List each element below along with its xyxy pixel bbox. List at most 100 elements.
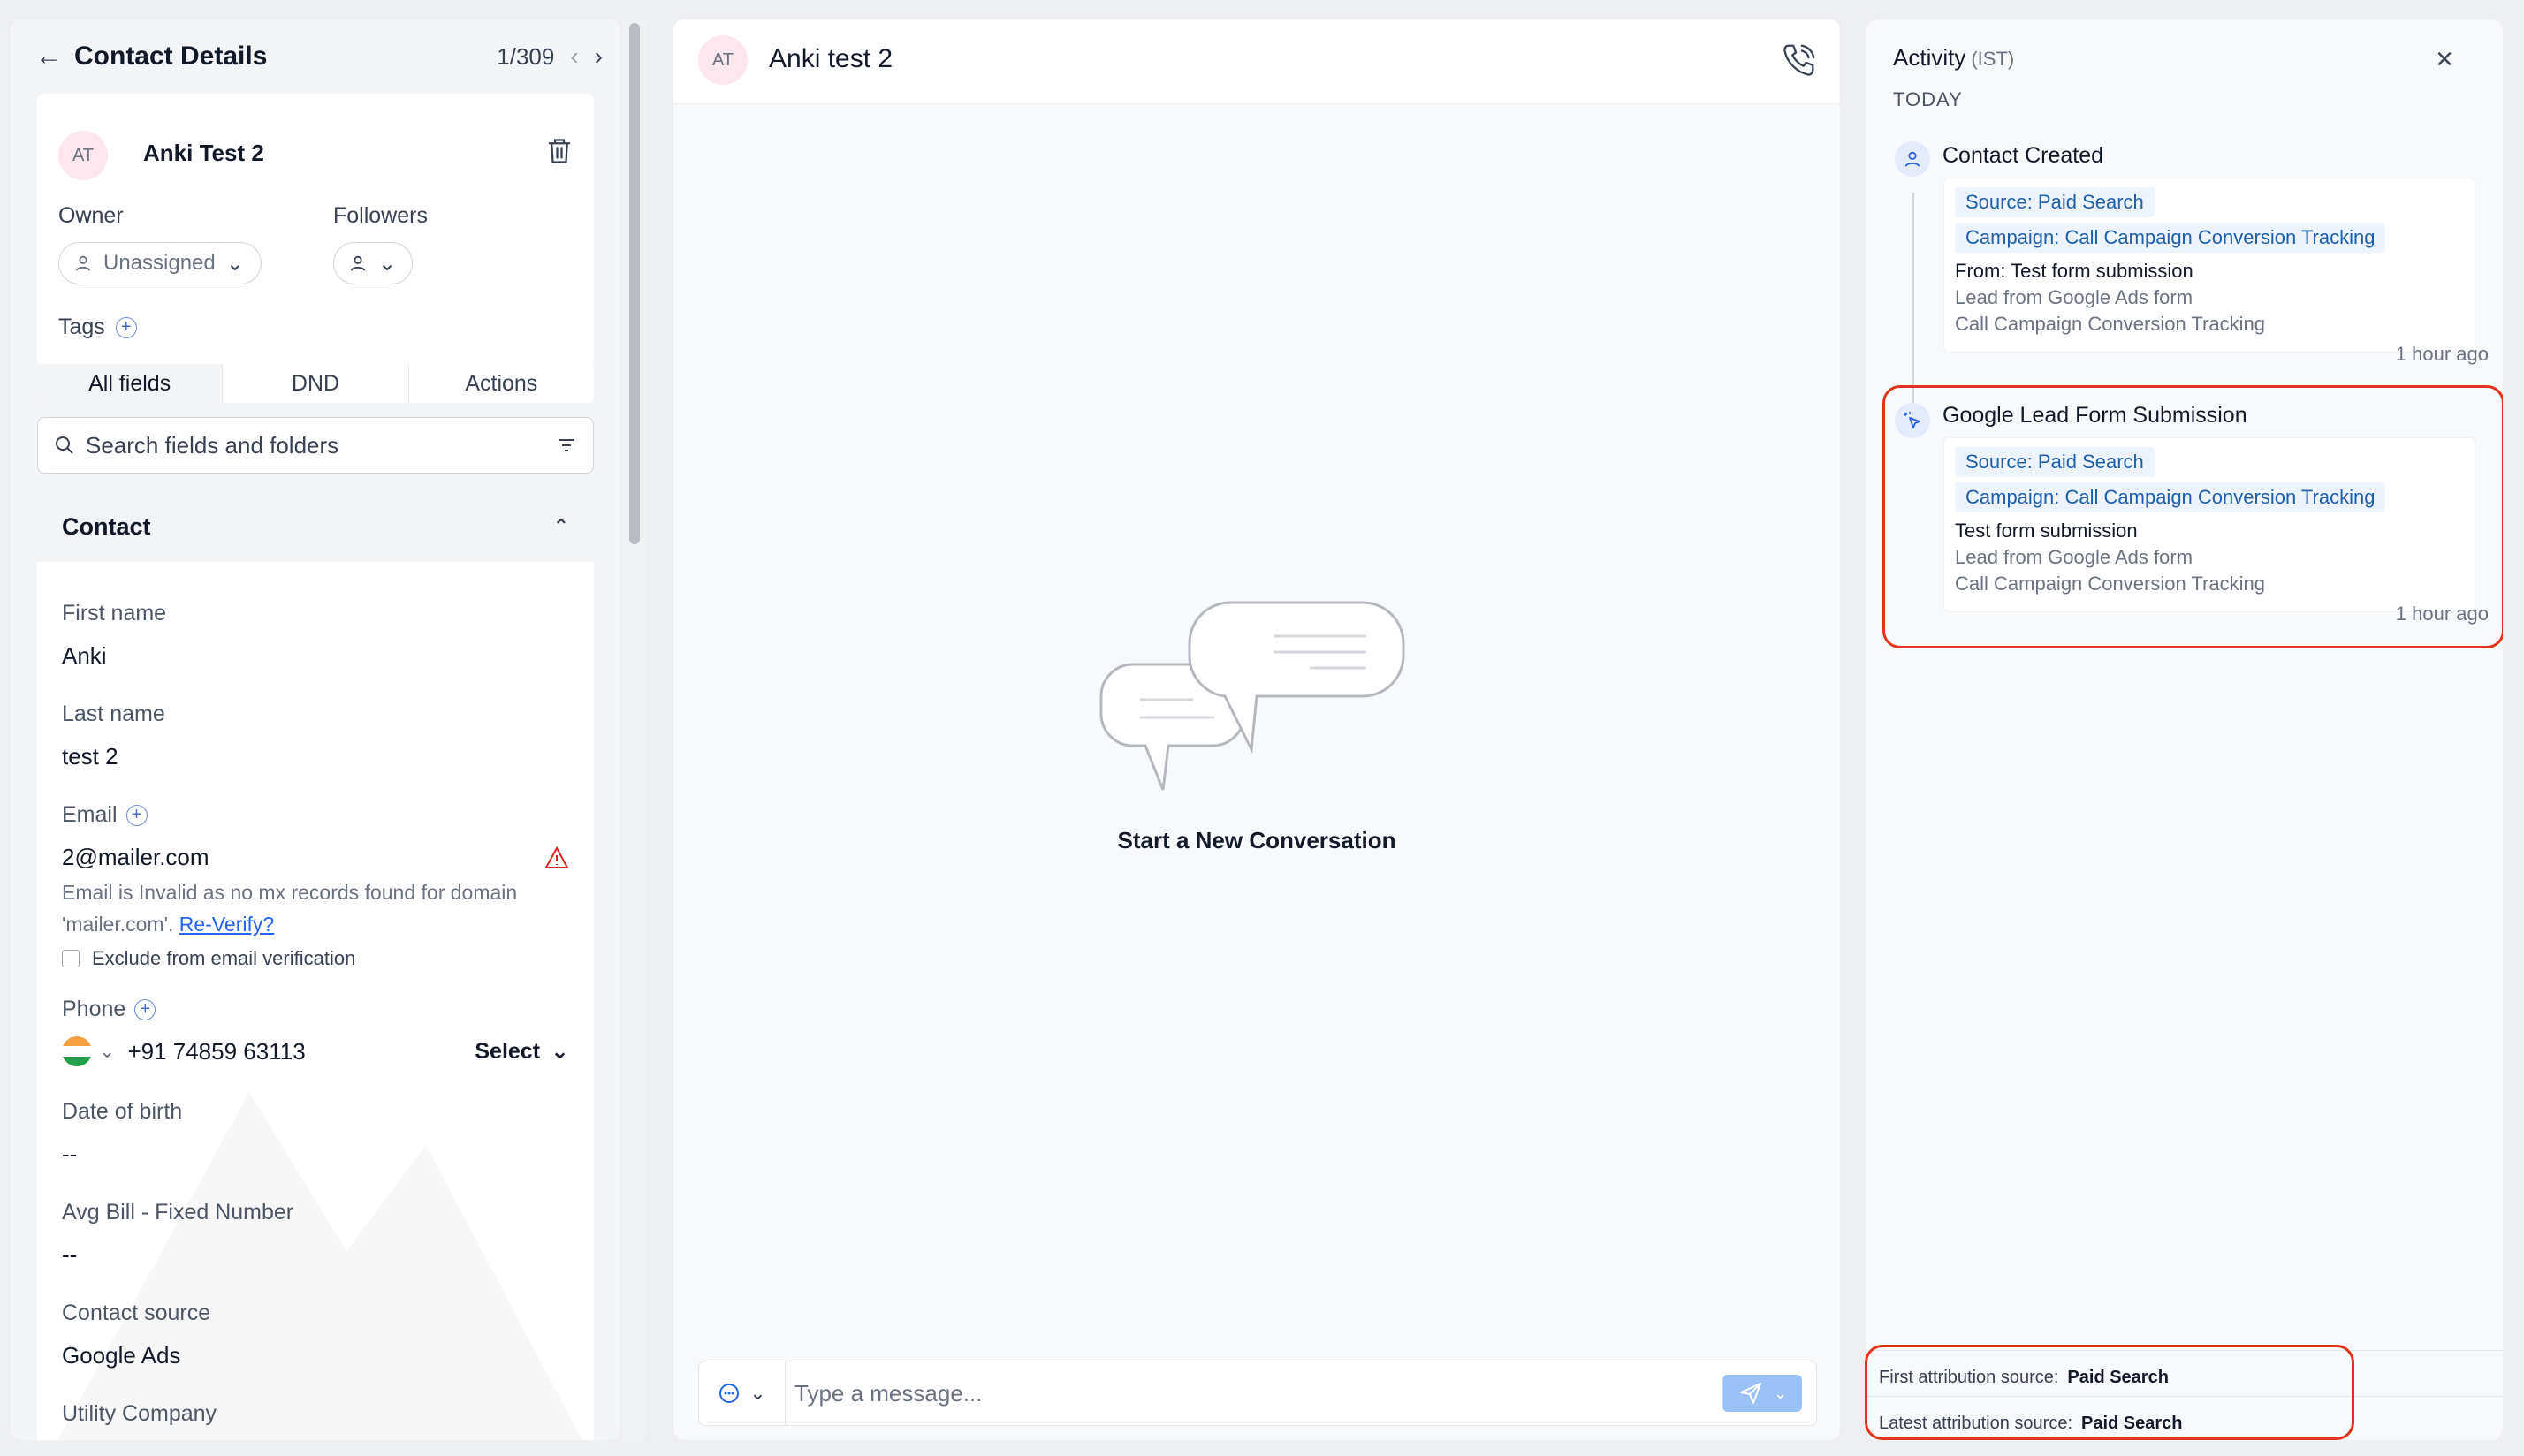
email-error: Email is Invalid as no mx records found … [62,876,569,940]
contact-details-header: ← Contact Details 1/309 ‹ › [35,37,603,76]
phone-value-row: ⌄ +91 74859 63113 Select ⌄ [62,1036,569,1066]
last-name-field: Last name test 2 [62,701,569,770]
message-composer: ⌄ Type a message... ⌄ [698,1361,1817,1426]
chevron-up-icon[interactable]: ⌃ [553,515,569,538]
phone-call-icon[interactable] [1778,41,1819,81]
avg-bill-label: Avg Bill - Fixed Number [62,1200,294,1225]
email-value-row: 2@mailer.com [62,844,569,871]
followers-select[interactable]: ⌄ [333,242,413,284]
avatar: AT [698,35,748,85]
dob-field: Date of birth -- [62,1099,569,1168]
search-icon [56,436,73,454]
last-name-value[interactable]: test 2 [62,743,569,770]
event-title: Contact Created [1942,143,2104,168]
phone-field: Phone + ⌄ +91 74859 63113 Select ⌄ [62,997,569,1066]
first-name-value[interactable]: Anki [62,642,569,670]
reverify-link[interactable]: Re-Verify? [179,913,274,936]
send-button[interactable]: ⌄ [1722,1375,1802,1412]
contact-source-label: Contact source [62,1301,211,1325]
event-detail: Lead from Google Ads form [1955,286,2193,308]
timezone-label: (IST) [1971,48,2015,70]
user-icon [1895,141,1930,177]
activity-panel: Activity (IST) × TODAY Contact Created So… [1866,19,2503,1440]
owner-select[interactable]: Unassigned ⌄ [58,242,262,284]
first-name-field: First name Anki [62,601,569,670]
event-card: Source: Paid Search Campaign: Call Campa… [1944,178,2475,352]
followers-label: Followers [333,203,428,228]
field-tabs: All fields DND Actions [37,364,594,403]
tags-label: Tags [58,315,105,339]
section-title: Contact [62,512,151,540]
phone-type-label: Select [475,1038,541,1064]
exclude-verification-row: Exclude from email verification [62,947,569,970]
back-arrow-icon[interactable]: ← [35,42,62,72]
chevron-down-icon[interactable]: ⌄ [99,1040,115,1063]
add-phone-icon[interactable]: + [134,998,156,1020]
owner-label: Owner [58,203,124,228]
contact-details-panel: ← Contact Details 1/309 ‹ › AT Anki Test… [11,19,620,1440]
last-name-label: Last name [62,701,165,726]
contact-name: Anki Test 2 [143,140,264,166]
email-error-text: Email is Invalid as no mx records found … [62,881,518,936]
search-fields-input[interactable]: Search fields and folders [37,417,594,474]
email-field: Email + 2@mailer.com Email is Invalid as… [62,802,569,970]
close-icon[interactable]: × [2436,42,2453,77]
left-panel-scrollbar[interactable] [623,19,646,1440]
channel-select[interactable]: ⌄ [699,1361,786,1425]
exclude-verification-checkbox[interactable] [62,950,80,967]
utility-company-field: Utility Company -- [62,1401,569,1440]
chevron-left-icon[interactable]: ‹ [570,42,578,71]
owner-value: Unassigned [103,251,216,275]
phone-type-select[interactable]: Select ⌄ [475,1038,569,1065]
source-chip: Source: Paid Search [1955,187,2155,217]
chevron-down-icon: ⌄ [225,251,244,276]
add-email-icon[interactable]: + [125,804,148,826]
conversation-header: AT Anki test 2 [673,19,1840,104]
add-tag-icon[interactable]: + [115,316,137,338]
contact-source-value[interactable]: Google Ads [62,1342,569,1369]
panel-title: Contact Details [74,42,268,71]
first-name-label: First name [62,601,167,626]
avg-bill-value[interactable]: -- [62,1241,569,1269]
event-detail: Call Campaign Conversion Tracking [1955,313,2265,335]
scrollbar-thumb[interactable] [629,23,640,544]
phone-value[interactable]: +91 74859 63113 [127,1038,305,1065]
chevron-down-icon: ⌄ [378,251,397,276]
send-icon [1739,1383,1761,1404]
tab-actions[interactable]: Actions [409,364,594,403]
tab-all-fields[interactable]: All fields [37,364,224,403]
campaign-chip: Campaign: Call Campaign Conversion Track… [1955,223,2386,253]
utility-company-label: Utility Company [62,1401,217,1426]
highlight-box [1882,385,2503,648]
empty-state-text: Start a New Conversation [1117,827,1396,853]
chevron-down-icon: ⌄ [551,1039,569,1064]
phone-label-row: Phone + [62,997,569,1022]
pager-count: 1/309 [497,42,555,70]
chevron-down-icon: ⌄ [1773,1384,1788,1402]
contact-section-header[interactable]: Contact ⌃ [37,491,594,562]
chevron-right-icon[interactable]: › [595,42,603,71]
event-detail: From: Test form submission [1955,260,2193,282]
contact-section: Contact ⌃ First name Anki Last name test… [37,491,594,1440]
phone-label: Phone [62,997,126,1021]
day-header: TODAY [1893,88,1963,110]
timeline-connector [1912,193,1914,405]
search-placeholder: Search fields and folders [86,431,339,459]
activity-header: Activity (IST) [1893,44,2014,72]
message-input[interactable]: Type a message... [786,1380,1722,1407]
dob-label: Date of birth [62,1099,183,1124]
india-flag-icon[interactable] [62,1036,92,1066]
dob-value[interactable]: -- [62,1141,569,1168]
conversation-contact-name: Anki test 2 [769,44,893,73]
email-label-row: Email + [62,802,569,828]
chat-bubbles-illustration [1099,601,1405,791]
trash-icon[interactable] [546,136,573,166]
chat-icon [719,1384,740,1403]
tab-dnd[interactable]: DND [223,364,409,403]
email-value[interactable]: 2@mailer.com [62,844,209,871]
activity-title: Activity [1893,44,1966,71]
event-time: 1 hour ago [2395,343,2489,365]
contact-summary-card: AT Anki Test 2 Owner Unassigned ⌄ Follow… [37,94,594,368]
user-icon [75,255,91,271]
filter-icon[interactable] [556,435,577,456]
